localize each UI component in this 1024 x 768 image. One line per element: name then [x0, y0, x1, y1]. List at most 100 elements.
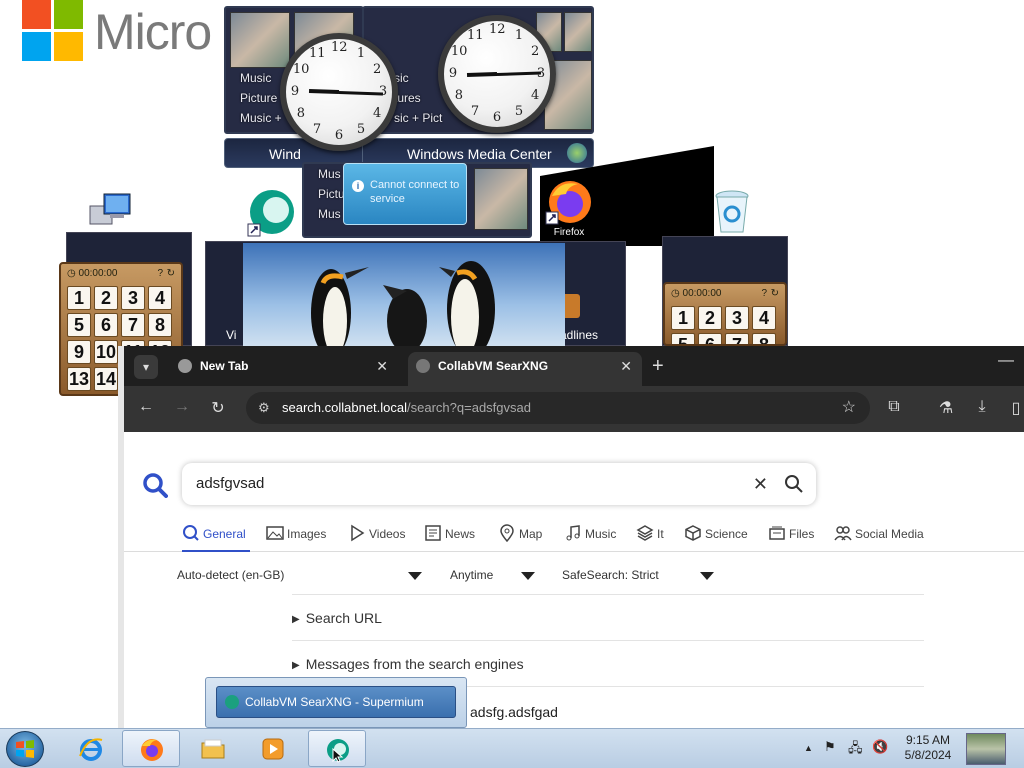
wmc-menu-pictures-right[interactable]: tures — [394, 88, 442, 108]
slide-puzzle-gadget-right[interactable]: ◷ 00:00:00 ? ↻ 1234 5678 — [663, 282, 787, 346]
supermium-desktop-icon[interactable] — [246, 190, 296, 243]
browser-window[interactable]: ▾ New Tab ✕ CollabVM SearXNG ✕ + — ← → ↻… — [118, 346, 1024, 728]
engine-messages-section[interactable]: ▶ Messages from the search engines — [292, 656, 924, 672]
puzzle-tile[interactable]: 8 — [752, 333, 776, 344]
tab-map[interactable]: Map — [498, 524, 542, 544]
tab-collabvm-searxng[interactable]: CollabVM SearXNG ✕ — [408, 352, 642, 386]
puzzle-tile[interactable]: 6 — [94, 313, 118, 337]
chevron-down-icon[interactable] — [521, 572, 535, 580]
recycle-bin-desktop-icon[interactable] — [710, 188, 754, 241]
tab-new-tab[interactable]: New Tab ✕ — [170, 352, 398, 386]
computer-desktop-icon[interactable] — [86, 192, 134, 237]
tab-social-media[interactable]: Social Media — [834, 524, 924, 544]
wmc-menu-pictures[interactable]: Picture — [240, 88, 282, 108]
address-bar[interactable]: ⚙ search.collabnet.local/search?q=adsfgv… — [246, 392, 870, 424]
taskbar-explorer-button[interactable] — [184, 730, 242, 767]
searxng-logo-icon[interactable] — [142, 472, 168, 498]
white-strip — [626, 330, 662, 338]
network-icon[interactable]: 🖧 — [848, 739, 863, 761]
extensions-icon[interactable]: ⧉ — [884, 398, 904, 416]
tab-it[interactable]: It — [636, 524, 664, 544]
close-tab-icon[interactable]: ✕ — [376, 352, 388, 380]
wmc-lower-music[interactable]: Mus — [318, 164, 345, 184]
puzzle-tile[interactable]: 1 — [671, 306, 695, 330]
close-tab-icon[interactable]: ✕ — [620, 352, 632, 380]
forward-arrow-icon[interactable]: → — [172, 398, 192, 416]
new-tab-button[interactable]: + — [652, 355, 664, 378]
puzzle-tile[interactable]: 10 — [94, 340, 118, 364]
chevron-down-icon[interactable] — [408, 572, 422, 580]
wmc-lower-pictures[interactable]: Pictu — [318, 184, 345, 204]
puzzle-tile[interactable]: 2 — [698, 306, 722, 330]
puzzle-tile[interactable]: 14 — [94, 367, 118, 391]
show-desktop-button[interactable] — [966, 733, 1006, 765]
category-divider — [124, 551, 1024, 552]
search-url-section[interactable]: ▶ Search URL — [292, 610, 924, 626]
bookmark-star-icon[interactable]: ☆ — [842, 392, 856, 424]
wmc-menu-music-right[interactable]: sic — [394, 68, 442, 88]
image-icon — [266, 526, 284, 540]
site-info-icon[interactable]: ⚙ — [258, 392, 270, 424]
tab-files[interactable]: Files — [768, 524, 814, 544]
clock-gadget-right[interactable]: 121234567891011 — [438, 15, 556, 133]
clock-gadget-left[interactable]: 12 1 2 3 4 5 6 7 8 9 10 11 — [280, 33, 398, 151]
system-clock[interactable]: 9:15 AM 5/8/2024 — [900, 733, 956, 763]
tab-news[interactable]: News — [424, 524, 475, 544]
clear-search-icon[interactable]: ✕ — [753, 463, 768, 505]
search-input[interactable]: adsfgvsad ✕ — [182, 463, 816, 505]
download-icon[interactable]: ⤓ — [972, 398, 992, 416]
puzzle-tile[interactable]: 13 — [67, 367, 91, 391]
reload-icon[interactable]: ↻ — [208, 398, 228, 418]
puzzle-tile[interactable]: 4 — [752, 306, 776, 330]
thumbnail-window-title[interactable]: CollabVM SearXNG - Supermium — [216, 686, 456, 718]
puzzle-tile[interactable]: 5 — [67, 313, 91, 337]
tab-general[interactable]: General — [182, 524, 246, 544]
puzzle-tile[interactable]: 3 — [121, 286, 145, 310]
puzzle-tile[interactable]: 7 — [121, 313, 145, 337]
puzzle-tile[interactable]: 2 — [94, 286, 118, 310]
firefox-desktop-icon[interactable]: Firefox — [544, 178, 594, 238]
search-icon[interactable] — [784, 474, 804, 494]
help-icon[interactable]: ? — [761, 288, 767, 299]
back-arrow-icon[interactable]: ← — [136, 398, 156, 416]
tab-videos[interactable]: Videos — [348, 524, 405, 544]
puzzle-tile[interactable]: 8 — [148, 313, 172, 337]
result-link-fragment[interactable]: adsfg.adsfgad — [470, 704, 558, 720]
help-icon[interactable]: ? — [157, 268, 163, 279]
refresh-icon[interactable]: ↻ — [771, 288, 779, 299]
minimize-icon[interactable]: — — [998, 352, 1014, 370]
puzzle-tile[interactable]: 4 — [148, 286, 172, 310]
wmc-lower-music-plus[interactable]: Mus — [318, 204, 345, 224]
volume-muted-icon[interactable]: 🔇 — [872, 739, 888, 755]
puzzle-tile[interactable]: 9 — [67, 340, 91, 364]
slideshow-gadget[interactable] — [243, 243, 565, 346]
labs-flask-icon[interactable]: ⚗ — [936, 398, 956, 418]
action-center-flag-icon[interactable]: ⚑ — [824, 739, 836, 755]
language-select[interactable]: Auto-detect (en-GB) — [177, 568, 284, 582]
people-icon — [834, 526, 852, 541]
chevron-down-icon[interactable] — [700, 572, 714, 580]
taskbar-thumbnail-preview[interactable]: CollabVM SearXNG - Supermium — [205, 677, 467, 728]
tab-music[interactable]: Music — [564, 524, 616, 544]
tab-search-button[interactable]: ▾ — [134, 355, 158, 379]
puzzle-tile[interactable]: 5 — [671, 333, 695, 344]
refresh-icon[interactable]: ↻ — [167, 268, 175, 279]
puzzle-tile[interactable]: 7 — [725, 333, 749, 344]
taskbar-media-player-button[interactable] — [244, 730, 302, 767]
tab-science[interactable]: Science — [684, 524, 748, 544]
wmc-menu-music[interactable]: Music — [240, 68, 282, 88]
show-hidden-icons-button[interactable]: ▲ — [804, 743, 813, 753]
puzzle-tile[interactable]: 3 — [725, 306, 749, 330]
puzzle-tile[interactable]: 6 — [698, 333, 722, 344]
taskbar-supermium-button[interactable] — [308, 730, 366, 767]
safesearch-select[interactable]: SafeSearch: Strict — [562, 568, 659, 582]
start-button[interactable] — [6, 731, 44, 767]
taskbar-ie-button[interactable] — [62, 730, 120, 767]
taskbar-firefox-button[interactable] — [122, 730, 180, 767]
side-panel-icon[interactable]: ▯ — [1006, 398, 1024, 418]
wmc-menu-music-plus[interactable]: Music + — [240, 108, 282, 128]
tab-images[interactable]: Images — [266, 524, 326, 544]
puzzle-tile[interactable]: 1 — [67, 286, 91, 310]
time-range-select[interactable]: Anytime — [450, 568, 493, 582]
wmc-menu-music-plus-right[interactable]: sic + Pict — [394, 108, 442, 128]
